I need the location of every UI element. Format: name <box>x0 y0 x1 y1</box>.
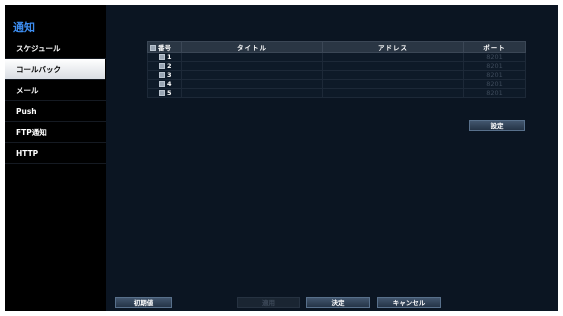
table-row: 2 8201 <box>147 61 526 71</box>
header-number: 番号 <box>147 41 182 53</box>
title-field[interactable] <box>181 70 323 80</box>
port-field[interactable]: 8201 <box>463 88 526 98</box>
select-all-checkbox[interactable] <box>150 45 156 51</box>
header-number-label: 番号 <box>158 44 171 52</box>
row-checkbox[interactable] <box>159 81 165 87</box>
port-field[interactable]: 8201 <box>463 61 526 71</box>
row-number: 4 <box>167 80 172 88</box>
table-row: 4 8201 <box>147 79 526 89</box>
header-port: ポート <box>463 41 526 53</box>
row-number-cell: 4 <box>147 79 182 89</box>
row-number-cell: 5 <box>147 88 182 98</box>
setting-button[interactable]: 設定 <box>469 120 525 131</box>
title-field[interactable] <box>181 52 323 62</box>
sidebar-item-ftp-notification[interactable]: FTP通知 <box>5 122 106 143</box>
row-number: 2 <box>167 62 172 70</box>
row-checkbox[interactable] <box>159 72 165 78</box>
default-button[interactable]: 初期値 <box>115 297 172 308</box>
row-number-cell: 1 <box>147 52 182 62</box>
port-field[interactable]: 8201 <box>463 70 526 80</box>
sidebar-menu: スケジュール コールバック メール Push FTP通知 HTTP <box>5 38 106 164</box>
address-field[interactable] <box>322 70 464 80</box>
table-header-row: 番号 タイトル アドレス ポート <box>147 41 526 53</box>
sidebar-item-mail[interactable]: メール <box>5 80 106 101</box>
cancel-button[interactable]: キャンセル <box>377 297 441 308</box>
sidebar-item-schedule[interactable]: スケジュール <box>5 38 106 59</box>
row-checkbox[interactable] <box>159 90 165 96</box>
address-field[interactable] <box>322 61 464 71</box>
row-number: 1 <box>167 53 172 61</box>
title-field[interactable] <box>181 61 323 71</box>
sidebar-item-http[interactable]: HTTP <box>5 143 106 164</box>
table-row: 5 8201 <box>147 88 526 98</box>
row-checkbox[interactable] <box>159 54 165 60</box>
sidebar: 通知 スケジュール コールバック メール Push FTP通知 HTTP <box>5 5 106 311</box>
header-title: タイトル <box>181 41 323 53</box>
row-checkbox[interactable] <box>159 63 165 69</box>
header-address: アドレス <box>322 41 464 53</box>
row-number-cell: 3 <box>147 70 182 80</box>
address-field[interactable] <box>322 88 464 98</box>
ok-button[interactable]: 決定 <box>306 297 370 308</box>
title-field[interactable] <box>181 79 323 89</box>
table-row: 3 8201 <box>147 70 526 80</box>
title-field[interactable] <box>181 88 323 98</box>
row-number-cell: 2 <box>147 61 182 71</box>
address-field[interactable] <box>322 52 464 62</box>
row-number: 3 <box>167 71 172 79</box>
table-row: 1 8201 <box>147 52 526 62</box>
sidebar-item-callback[interactable]: コールバック <box>5 59 105 80</box>
main-content: 番号 タイトル アドレス ポート 1 8201 2 8201 3 8201 4 … <box>106 5 558 311</box>
dvr-settings-window: 通知 スケジュール コールバック メール Push FTP通知 HTTP 番号 <box>5 5 558 311</box>
port-field[interactable]: 8201 <box>463 79 526 89</box>
callback-table: 番号 タイトル アドレス ポート 1 8201 2 8201 3 8201 4 … <box>147 41 526 98</box>
sidebar-title: 通知 <box>13 21 35 34</box>
address-field[interactable] <box>322 79 464 89</box>
port-field[interactable]: 8201 <box>463 52 526 62</box>
apply-button[interactable]: 適用 <box>237 297 300 308</box>
sidebar-item-push[interactable]: Push <box>5 101 106 122</box>
row-number: 5 <box>167 89 172 97</box>
